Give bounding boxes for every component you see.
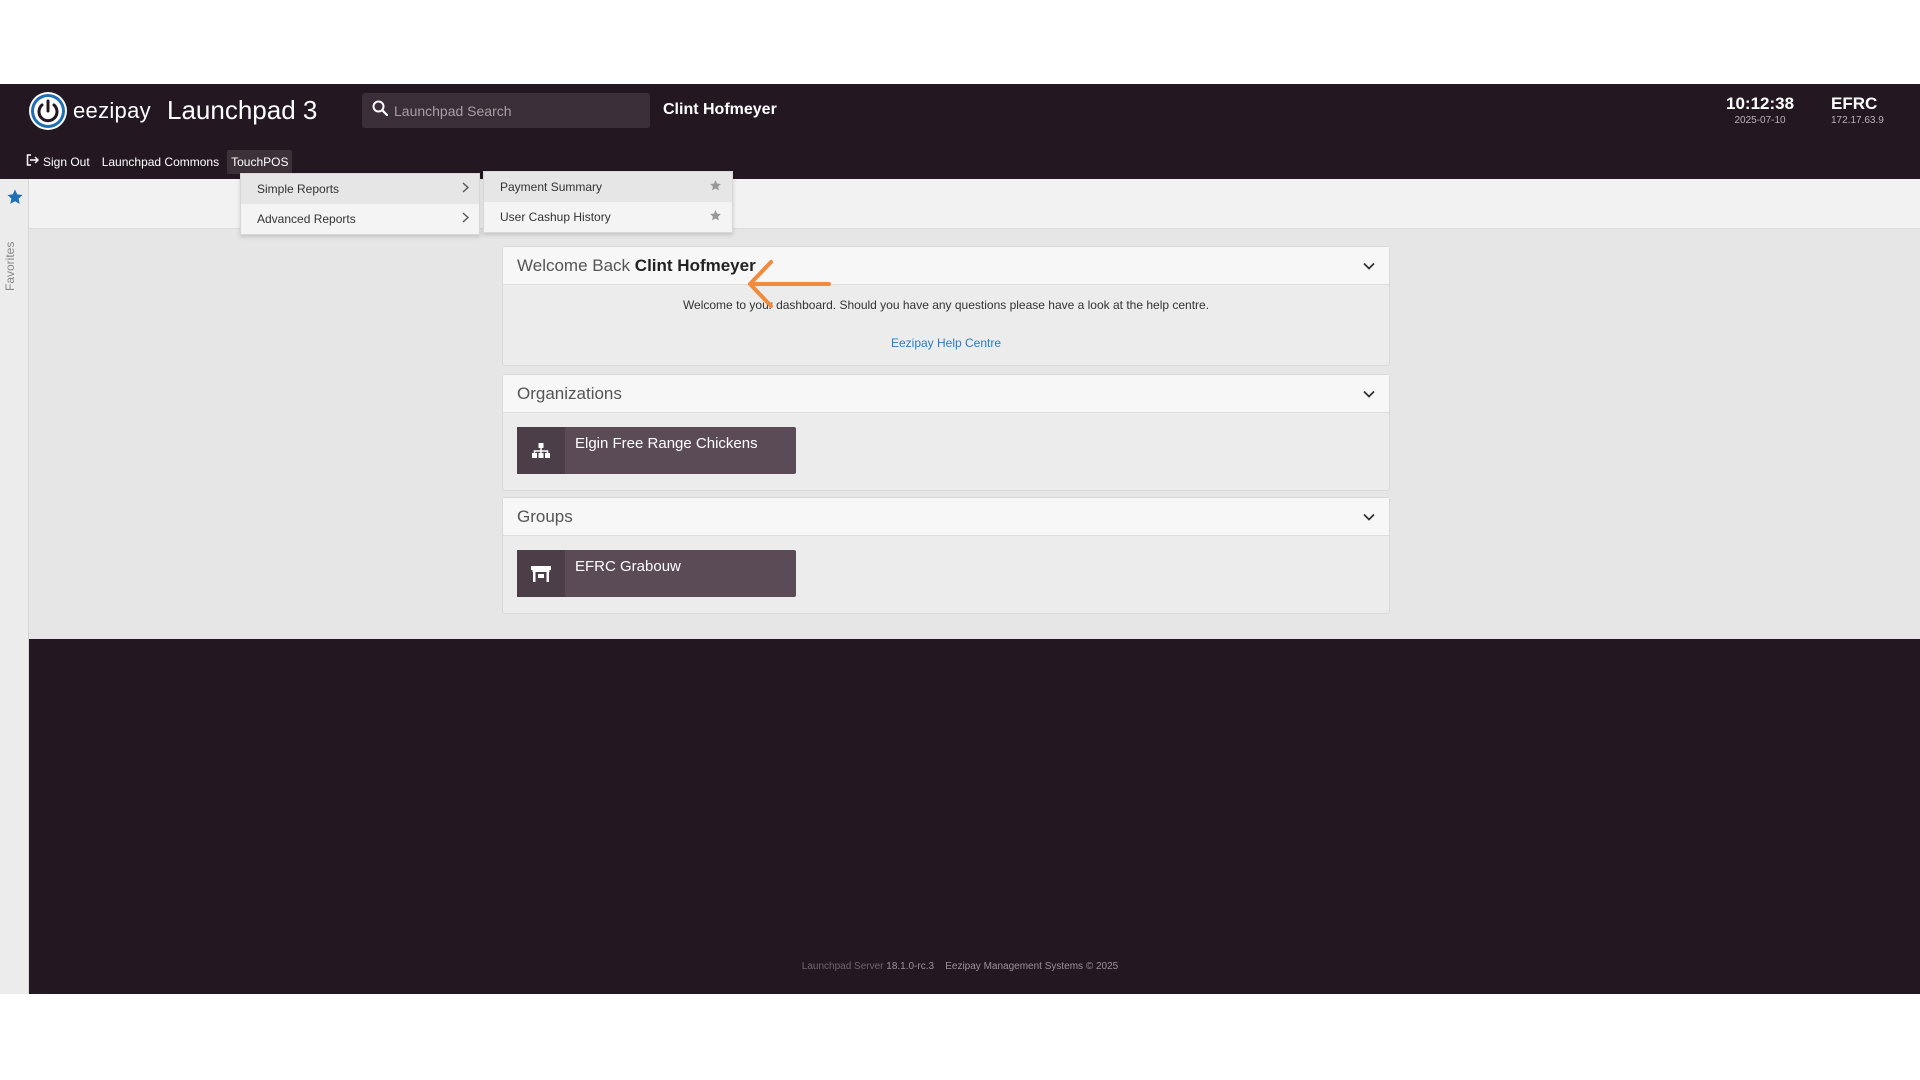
store-icon [517, 550, 565, 597]
sign-out-icon [26, 154, 40, 169]
clock-date: 2025-07-10 [1734, 115, 1786, 126]
welcome-title: Welcome Back Clint Hofmeyer [517, 256, 756, 276]
welcome-prefix: Welcome Back [517, 255, 631, 275]
simple-reports-submenu: Payment Summary User Cashup History [483, 171, 733, 233]
chevron-right-icon [462, 212, 470, 226]
menu-item-user-cashup-history[interactable]: User Cashup History [484, 202, 732, 232]
group-name: EFRC Grabouw [575, 558, 681, 575]
organizations-panel-header[interactable]: Organizations [503, 375, 1389, 413]
star-icon[interactable] [709, 179, 722, 195]
chevron-down-icon[interactable] [1363, 513, 1375, 521]
organization-tile[interactable]: Elgin Free Range Chickens [517, 427, 796, 474]
nav-touchpos[interactable]: TouchPOS [227, 149, 293, 174]
chevron-down-icon[interactable] [1363, 390, 1375, 398]
user-name[interactable]: Clint Hofmeyer [663, 101, 777, 119]
site-ip: 172.17.63.9 [1831, 115, 1884, 126]
sitemap-icon [517, 427, 565, 474]
welcome-panel-header[interactable]: Welcome Back Clint Hofmeyer [503, 247, 1389, 285]
menu-item-simple-reports[interactable]: Simple Reports [241, 174, 479, 204]
organizations-title: Organizations [517, 383, 622, 403]
group-tile[interactable]: EFRC Grabouw [517, 550, 796, 597]
touchpos-menu: Simple Reports Advanced Reports [240, 173, 480, 235]
sign-out-label: Sign Out [43, 154, 90, 169]
menu-item-label: Simple Reports [257, 182, 340, 196]
header: eezipay Launchpad 3 Clint Hofmeyer 10:12… [0, 84, 1920, 179]
groups-title: Groups [517, 506, 573, 526]
chevron-down-icon[interactable] [1363, 262, 1375, 270]
favorites-sidebar[interactable]: Favorites [0, 179, 29, 994]
favorites-label: Favorites [3, 241, 17, 291]
nav-launchpad-commons[interactable]: Launchpad Commons [98, 150, 223, 174]
organization-name: Elgin Free Range Chickens [575, 435, 758, 452]
search-box[interactable] [362, 93, 650, 128]
menu-item-payment-summary[interactable]: Payment Summary [484, 172, 732, 202]
search-icon [372, 100, 389, 121]
menu-item-label: Payment Summary [500, 180, 603, 194]
brand-logo[interactable]: eezipay [29, 92, 151, 130]
groups-panel: Groups EFRC Grabouw [502, 497, 1390, 614]
welcome-name: Clint Hofmeyer [634, 255, 756, 275]
star-icon[interactable] [6, 188, 24, 211]
sign-out-button[interactable]: Sign Out [22, 149, 94, 174]
search-input[interactable] [394, 102, 634, 119]
menu-item-label: Advanced Reports [257, 212, 356, 226]
chevron-right-icon [462, 182, 470, 196]
footer-version: 18.1.0-rc.3 [886, 961, 935, 972]
help-centre-link[interactable]: Eezipay Help Centre [503, 336, 1389, 350]
welcome-text: Welcome to your dashboard. Should you ha… [682, 298, 1210, 312]
logo-text: eezipay [73, 98, 151, 123]
clock: 10:12:38 2025-07-10 [1726, 94, 1794, 126]
menu-item-advanced-reports[interactable]: Advanced Reports [241, 204, 479, 234]
menu-item-label: User Cashup History [500, 210, 611, 224]
site-code: EFRC [1831, 94, 1878, 113]
clock-time: 10:12:38 [1726, 94, 1795, 113]
organizations-panel: Organizations Elgin Free Range Chickens [502, 374, 1390, 491]
top-nav: Sign Out Launchpad Commons TouchPOS [22, 149, 293, 174]
annotation-arrow-icon [745, 258, 831, 315]
star-icon[interactable] [709, 209, 722, 225]
app-title: Launchpad 3 [167, 95, 318, 125]
footer-copyright: Eezipay Management Systems © 2025 [945, 961, 1119, 972]
footer: Launchpad Server 18.1.0-rc.3 Eezipay Man… [0, 961, 1920, 972]
footer-server-label: Launchpad Server [801, 961, 884, 972]
power-icon [29, 92, 67, 130]
app-frame: eezipay Launchpad 3 Clint Hofmeyer 10:12… [0, 84, 1920, 994]
groups-panel-header[interactable]: Groups [503, 498, 1389, 536]
site-info: EFRC 172.17.63.9 [1831, 94, 1884, 126]
welcome-panel: Welcome Back Clint Hofmeyer Welcome to y… [502, 246, 1390, 366]
